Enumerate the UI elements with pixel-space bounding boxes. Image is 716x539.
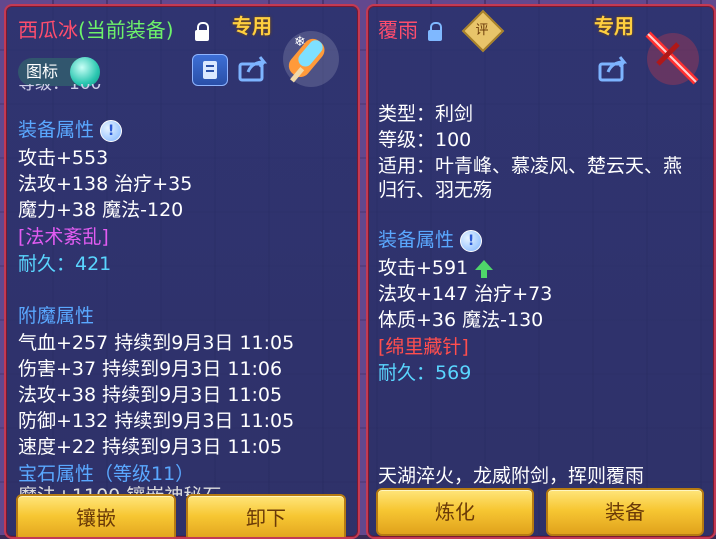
item-name: 覆雨 <box>378 18 418 42</box>
attr-line: 魔力+38 魔法-120 <box>18 199 184 221</box>
attr-title-text: 装备属性 <box>378 229 455 251</box>
enchant-line: 法攻+38 持续到9月3日 11:05 <box>18 384 283 406</box>
flavor-text: 天湖淬火，龙威附剑，挥则覆雨 <box>378 465 645 487</box>
lock-icon[interactable] <box>428 22 442 41</box>
up-arrow-icon <box>475 259 494 278</box>
scroll-icon[interactable] <box>192 54 228 86</box>
compare-item-panel: 覆雨 评 专用 类型：利剑 等级：100 适用：叶青峰、慕凌风、楚云天、燕 归行… <box>366 4 716 539</box>
share-icon[interactable] <box>596 54 630 84</box>
attr-text: 攻击+591 <box>378 257 469 279</box>
exclusive-label: 专用 <box>232 14 272 38</box>
durability: 耐久：569 <box>378 361 471 385</box>
share-icon[interactable] <box>236 54 270 84</box>
item-level: 等级：100 <box>378 129 472 151</box>
ice-pop-item-icon: ❄ <box>283 31 339 87</box>
attr-title-text: 装备属性 <box>18 119 95 141</box>
icon-toggle[interactable]: 图标 <box>18 57 100 87</box>
item-name-header: 西瓜冰(当前装备) <box>18 18 174 42</box>
special-effect: [绵里藏针] <box>378 336 469 358</box>
info-icon[interactable]: ! <box>100 119 123 142</box>
exclusive-label: 专用 <box>594 14 634 38</box>
enchant-section-title: 附魔属性 <box>18 305 95 327</box>
rating-badge-label: 评 <box>475 23 489 38</box>
inlay-button[interactable]: 镶嵌 <box>16 494 176 537</box>
durability: 耐久：421 <box>18 253 112 275</box>
equipped-status: (当前装备) <box>78 18 174 42</box>
attr-line: 法攻+138 治疗+35 <box>18 173 193 195</box>
refine-button[interactable]: 炼化 <box>376 488 534 536</box>
enchant-line: 防御+132 持续到9月3日 11:05 <box>18 410 295 432</box>
info-icon[interactable]: ! <box>460 229 483 252</box>
attr-line: 攻击+591 <box>378 256 494 280</box>
gem-section-title: 宝石属性（等级11） <box>18 463 195 485</box>
sword-item-icon <box>645 31 699 85</box>
item-fit-line: 归行、羽无殇 <box>378 179 493 201</box>
icon-toggle-label: 图标 <box>26 62 59 81</box>
item-fit-line: 适用：叶青峰、慕凌风、楚云天、燕 <box>378 155 683 177</box>
attr-section-title: 装备属性 ! <box>378 228 483 252</box>
equip-button[interactable]: 装备 <box>546 488 704 536</box>
toggle-knob <box>70 57 100 87</box>
special-effect: [法术紊乱] <box>18 226 109 248</box>
unequip-button[interactable]: 卸下 <box>186 494 346 537</box>
attr-line: 攻击+553 <box>18 147 109 169</box>
item-name: 西瓜冰 <box>18 18 78 42</box>
item-type: 类型：利剑 <box>378 103 474 125</box>
enchant-line: 气血+257 持续到9月3日 11:05 <box>18 332 295 354</box>
attr-line: 体质+36 魔法-130 <box>378 309 544 331</box>
durability-label: 耐久： <box>378 362 436 384</box>
enchant-line: 速度+22 持续到9月3日 11:05 <box>18 436 283 458</box>
unlock-icon[interactable] <box>195 22 209 41</box>
equipped-item-panel: 西瓜冰(当前装备) 专用 ❄ 图标 等级：100 装备属性 ! 攻击+553 法… <box>4 4 360 539</box>
attr-section-title: 装备属性 ! <box>18 118 123 142</box>
attr-line: 法攻+147 治疗+73 <box>378 283 553 305</box>
svg-text:❄: ❄ <box>294 34 306 50</box>
enchant-line: 伤害+37 持续到9月3日 11:06 <box>18 358 283 380</box>
durability-value: 569 <box>435 362 472 384</box>
